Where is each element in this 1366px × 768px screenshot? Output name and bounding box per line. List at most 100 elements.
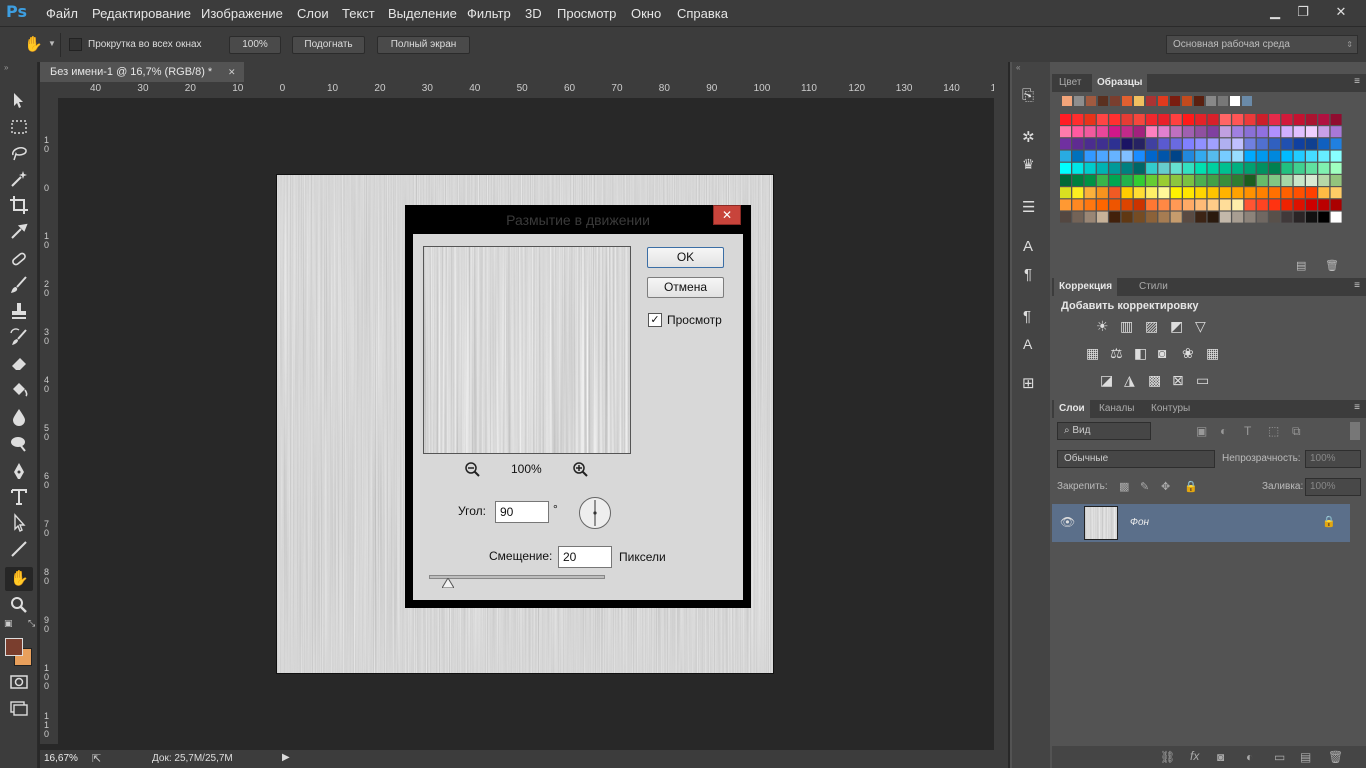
swatch[interactable] — [1219, 199, 1231, 211]
swatch[interactable] — [1133, 162, 1145, 174]
line-tool-icon[interactable] — [9, 539, 29, 559]
swatch[interactable] — [1121, 211, 1133, 223]
zoom-tool-icon[interactable] — [9, 595, 29, 615]
swatch[interactable] — [1195, 162, 1207, 174]
swatch[interactable] — [1158, 211, 1170, 223]
swatch[interactable] — [1219, 162, 1231, 174]
minimize-button[interactable]: ▁ — [1262, 2, 1288, 22]
filter-toggle[interactable] — [1350, 422, 1360, 440]
layer-row-background[interactable]: 👁 Фон 🔒 — [1052, 504, 1350, 542]
swatch[interactable] — [1158, 175, 1170, 186]
swatch[interactable] — [1269, 114, 1281, 125]
menu-3d[interactable]: 3D — [525, 6, 542, 21]
crop-tool-icon[interactable] — [9, 195, 29, 215]
swatch[interactable] — [1281, 187, 1293, 199]
swatch[interactable] — [1207, 199, 1219, 211]
paragraph-panel-icon[interactable]: ¶ — [1024, 266, 1032, 283]
swatch[interactable] — [1072, 162, 1084, 174]
tab-paths[interactable]: Контуры — [1146, 400, 1195, 418]
swatch[interactable] — [1318, 162, 1330, 174]
swatch[interactable] — [1318, 187, 1330, 199]
menu-edit[interactable]: Редактирование — [92, 6, 191, 21]
threshold-icon[interactable]: ▩ — [1148, 372, 1161, 389]
swatch[interactable] — [1293, 199, 1305, 211]
swatch[interactable] — [1219, 175, 1231, 186]
angle-input[interactable]: 90 — [495, 501, 549, 523]
swatch[interactable] — [1330, 126, 1342, 138]
swatch[interactable] — [1183, 150, 1194, 162]
swatch[interactable] — [1146, 150, 1158, 162]
swatch[interactable] — [1269, 175, 1281, 186]
swatch[interactable] — [1206, 96, 1216, 106]
swatch[interactable] — [1096, 162, 1108, 174]
swatch[interactable] — [1183, 175, 1194, 186]
tab-color[interactable]: Цвет — [1054, 74, 1086, 92]
character-panel-icon[interactable]: A — [1023, 238, 1033, 255]
swatch[interactable] — [1256, 187, 1268, 199]
swatch[interactable] — [1281, 114, 1293, 125]
paint-bucket-tool-icon[interactable] — [9, 379, 29, 399]
menu-image[interactable]: Изображение — [201, 6, 283, 21]
navigator-panel-icon[interactable]: ✲ — [1022, 128, 1035, 146]
swatch[interactable] — [1170, 162, 1182, 174]
lock-transparent-icon[interactable]: ▩ — [1119, 480, 1129, 493]
offset-slider-thumb[interactable] — [442, 578, 454, 588]
swatch[interactable] — [1072, 150, 1084, 162]
tab-styles[interactable]: Стили — [1134, 278, 1173, 296]
swatch[interactable] — [1207, 175, 1219, 186]
swatch[interactable] — [1121, 138, 1133, 150]
paragraph-styles-icon[interactable]: ¶ — [1023, 308, 1031, 325]
character-styles-icon[interactable]: A — [1023, 336, 1032, 352]
swatch[interactable] — [1306, 199, 1317, 211]
workspace-select[interactable]: Основная рабочая среда ⇕ — [1166, 35, 1358, 54]
offset-input[interactable]: 20 — [558, 546, 612, 568]
swatch[interactable] — [1183, 114, 1194, 125]
swatch[interactable] — [1207, 138, 1219, 150]
swatch[interactable] — [1182, 96, 1192, 106]
swatch[interactable] — [1183, 126, 1194, 138]
swatch[interactable] — [1158, 199, 1170, 211]
eraser-tool-icon[interactable] — [9, 353, 29, 373]
swatch[interactable] — [1146, 138, 1158, 150]
menu-view[interactable]: Просмотр — [557, 6, 616, 21]
swatch[interactable] — [1146, 199, 1158, 211]
swatch[interactable] — [1207, 211, 1219, 223]
levels-icon[interactable]: ▥ — [1120, 318, 1133, 335]
swatch[interactable] — [1072, 126, 1084, 138]
swatch[interactable] — [1060, 187, 1071, 199]
color-lookup-icon[interactable]: ▦ — [1206, 345, 1219, 362]
angle-dial[interactable] — [578, 496, 612, 530]
swatch[interactable] — [1060, 211, 1071, 223]
status-menu-arrow-icon[interactable]: ▶ — [282, 752, 290, 763]
swatch[interactable] — [1072, 199, 1084, 211]
swatch[interactable] — [1121, 114, 1133, 125]
swatch[interactable] — [1060, 114, 1071, 125]
swatch[interactable] — [1183, 187, 1194, 199]
lock-all-icon[interactable]: 🔒 — [1184, 480, 1198, 493]
swatch[interactable] — [1146, 211, 1158, 223]
swatch[interactable] — [1072, 187, 1084, 199]
swatch[interactable] — [1158, 138, 1170, 150]
fill-input[interactable]: 100% — [1305, 478, 1361, 496]
swatch[interactable] — [1232, 114, 1244, 125]
delete-layer-icon[interactable]: 🗑 — [1328, 750, 1343, 764]
swatch[interactable] — [1194, 96, 1204, 106]
swatch[interactable] — [1244, 138, 1256, 150]
swatch[interactable] — [1293, 211, 1305, 223]
invert-icon[interactable]: ◪ — [1100, 372, 1113, 389]
expand-panels-icon[interactable]: « — [1016, 63, 1020, 72]
swatch[interactable] — [1207, 126, 1219, 138]
swatch[interactable] — [1170, 96, 1180, 106]
swatch[interactable] — [1158, 126, 1170, 138]
swatch[interactable] — [1133, 150, 1145, 162]
swatch[interactable] — [1109, 150, 1121, 162]
hue-saturation-icon[interactable]: ▦ — [1086, 345, 1099, 362]
swatch[interactable] — [1183, 162, 1194, 174]
blend-mode-select[interactable]: Обычные — [1057, 450, 1215, 468]
fit-screen-button[interactable]: Подогнать — [292, 36, 365, 54]
swatch[interactable] — [1158, 114, 1170, 125]
swatch[interactable] — [1060, 126, 1071, 138]
swatch[interactable] — [1121, 199, 1133, 211]
foreground-color-swatch[interactable] — [5, 638, 23, 656]
swatch[interactable] — [1293, 114, 1305, 125]
